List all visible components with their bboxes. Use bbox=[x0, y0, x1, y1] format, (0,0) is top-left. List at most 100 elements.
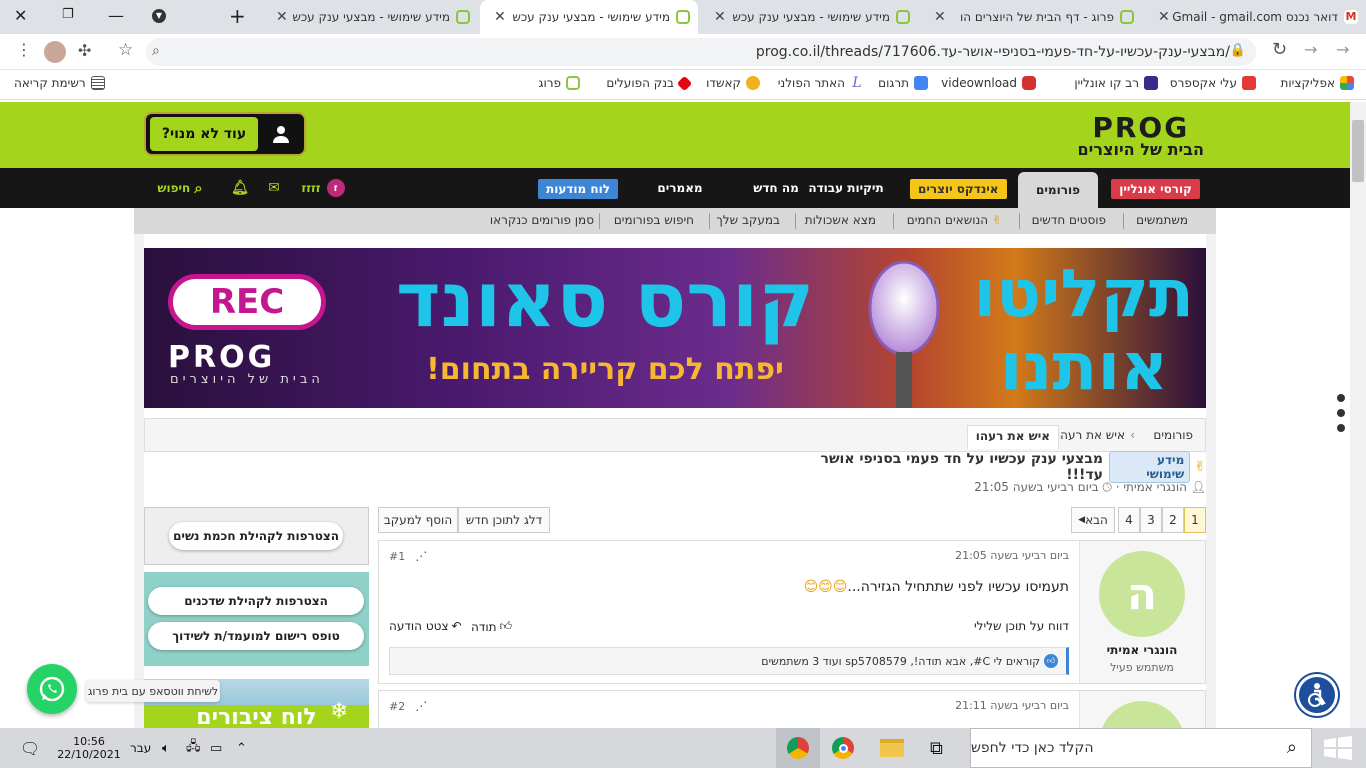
network-icon[interactable]: 🖧 bbox=[186, 728, 201, 768]
page-2[interactable]: 2 bbox=[1162, 507, 1184, 533]
chrome-icon[interactable] bbox=[832, 728, 854, 768]
matchmaking-form-button[interactable]: טופס רישום למועמד/ת לשידוך bbox=[148, 622, 364, 650]
tab-close-icon[interactable]: ✕ bbox=[270, 9, 288, 25]
subnav-hot-topics[interactable]: ✌ הנושאים החמים bbox=[907, 213, 1002, 227]
user-menu[interactable]: ז זזזז bbox=[300, 168, 346, 208]
bell-icon[interactable]: 🔔︎ bbox=[230, 168, 250, 208]
profile-avatar[interactable] bbox=[44, 41, 66, 63]
page-menu-dot[interactable] bbox=[1337, 424, 1345, 432]
tab-prog-home[interactable]: פרוג - דף הבית של היוצרים הו ✕ bbox=[920, 0, 1142, 34]
page-next[interactable]: הבא ◀ bbox=[1071, 507, 1115, 533]
post-number[interactable]: #1 bbox=[389, 550, 405, 563]
file-explorer-icon[interactable] bbox=[880, 728, 904, 768]
taskbar-search-box[interactable]: הקלד כאן כדי לחפש ⌕ bbox=[970, 728, 1312, 768]
tab-close-icon[interactable]: ✕ bbox=[488, 9, 506, 25]
thread-author[interactable]: הונגרי אמיתי bbox=[1123, 480, 1187, 494]
tab-gmail[interactable]: M דואר נכנס Gmail - gmail.com ✕ bbox=[1144, 0, 1366, 34]
task-view-icon[interactable]: ⧉ bbox=[930, 728, 943, 768]
breadcrumb-current[interactable]: איש את רעהו bbox=[966, 425, 1059, 449]
whatsapp-button[interactable] bbox=[27, 664, 77, 714]
subnav-mark-read[interactable]: סמן פורומים כנקראו bbox=[490, 213, 594, 227]
tab-close-icon[interactable]: ✕ bbox=[1152, 9, 1170, 25]
bookmark-prog[interactable]: פרוג bbox=[539, 76, 580, 90]
window-close-icon[interactable]: ✕ bbox=[14, 6, 27, 25]
tab-close-icon[interactable]: ✕ bbox=[708, 9, 726, 25]
search-link[interactable]: ⌕ חיפוש bbox=[150, 168, 210, 208]
subnav-find-threads[interactable]: מצא אשכולות bbox=[805, 213, 876, 227]
nav-creators-index[interactable]: אינדקס יוצרים bbox=[910, 179, 1007, 199]
zoom-icon[interactable]: ⌕ bbox=[152, 43, 160, 59]
page-menu-dot[interactable] bbox=[1337, 409, 1345, 417]
envelope-icon[interactable]: ✉ bbox=[264, 168, 284, 208]
nav-online-courses[interactable]: קורסי אונליין bbox=[1111, 179, 1200, 199]
report-link[interactable]: דווח על תוכן שלילי bbox=[974, 619, 1069, 633]
watch-thread-button[interactable]: הוסף למעקב bbox=[378, 507, 458, 533]
prog-logo[interactable]: PROG הבית של היוצרים bbox=[1078, 111, 1204, 159]
tab-thread[interactable]: מידע שימושי - מבצעי ענק עכש ✕ bbox=[700, 0, 918, 34]
bookmark-videownload[interactable]: videownload bbox=[941, 76, 1036, 90]
reactions-bar[interactable]: 👍︎ קוראים לי C#, אבא תודה!, sp5708579 וע… bbox=[389, 647, 1069, 675]
address-bar[interactable]: ⌕ prog.co.il/threads/717606.מבצעי-ענק-עכ… bbox=[146, 38, 1256, 66]
ad-banner[interactable]: REC PROG הבית של היוצרים קורס סאונד יפתח… bbox=[144, 248, 1206, 408]
user-avatar[interactable]: ה bbox=[1099, 551, 1185, 637]
bookmark-apps[interactable]: אפליקציות bbox=[1281, 76, 1354, 90]
tab-thread[interactable]: מידע שימושי - מבצעי ענק עכש ✕ bbox=[262, 0, 478, 34]
notifications-icon[interactable]: 🗨︎ bbox=[0, 738, 60, 758]
new-tab-button[interactable]: + bbox=[229, 4, 246, 28]
tab-close-icon[interactable]: ✕ bbox=[928, 9, 946, 25]
join-matchmakers-button[interactable]: הצטרפות לקהילת שדכנים bbox=[148, 587, 364, 615]
tab-search-icon[interactable]: ▼ bbox=[152, 9, 166, 23]
breadcrumb-forums[interactable]: פורומים bbox=[1153, 428, 1193, 442]
volume-icon[interactable]: 🔈︎ bbox=[162, 728, 170, 768]
page-scrollbar[interactable] bbox=[1350, 102, 1366, 728]
page-1[interactable]: 1 bbox=[1184, 507, 1206, 533]
window-minimize-icon[interactable]: — bbox=[108, 6, 124, 25]
windows-start-icon[interactable] bbox=[1322, 736, 1354, 760]
subnav-users[interactable]: משתמשים bbox=[1136, 213, 1188, 227]
back-icon[interactable]: → bbox=[1336, 40, 1349, 59]
thread-prefix-badge[interactable]: מידע שימושי bbox=[1108, 451, 1191, 483]
bookmark-bank-hapoalim[interactable]: בנק הפועלים bbox=[606, 75, 693, 91]
page-3[interactable]: 3 bbox=[1140, 507, 1162, 533]
post-date[interactable]: ביום רביעי בשעה 21:05 bbox=[955, 549, 1069, 562]
bookmark-star-icon[interactable]: ☆ bbox=[118, 40, 133, 60]
post-username[interactable]: הונגרי אמיתי bbox=[1079, 643, 1205, 657]
page-4[interactable]: 4 bbox=[1118, 507, 1140, 533]
skip-to-new-button[interactable]: דלג לתוכן חדש bbox=[458, 507, 550, 533]
bookmark-aliexpress[interactable]: עלי אקספרס bbox=[1170, 76, 1256, 90]
nav-forums[interactable]: פורומים bbox=[1018, 172, 1098, 208]
extensions-icon[interactable]: ✣ bbox=[78, 41, 91, 60]
post-date[interactable]: ביום רביעי בשעה 21:11 bbox=[955, 699, 1069, 712]
taskbar-clock[interactable]: 10:56 22/10/2021 bbox=[57, 728, 120, 768]
page-menu-dot[interactable] bbox=[1337, 394, 1345, 402]
breadcrumb-category[interactable]: איש את רעהו bbox=[1057, 428, 1125, 442]
reload-icon[interactable]: ↻ bbox=[1272, 39, 1287, 60]
scrollbar-thumb[interactable] bbox=[1352, 120, 1364, 182]
subnav-new-posts[interactable]: פוסטים חדשים bbox=[1032, 213, 1106, 227]
bookmark-translate[interactable]: תרגום bbox=[878, 76, 928, 90]
bookmark-cashdo[interactable]: קאשדו bbox=[706, 76, 760, 90]
subnav-search-forums[interactable]: חיפוש בפורומים bbox=[614, 213, 694, 227]
tab-thread-active[interactable]: מידע שימושי - מבצעי ענק עכש ✕ bbox=[480, 0, 698, 34]
signup-button[interactable]: עוד לא מנוי? bbox=[144, 112, 306, 156]
accessibility-button[interactable] bbox=[1296, 674, 1338, 716]
menu-kebab-icon[interactable]: ⋮ bbox=[16, 40, 32, 59]
thanks-button[interactable]: 👍︎ תודה bbox=[471, 619, 512, 634]
bookmark-polish-site[interactable]: L האתר הפולני bbox=[778, 76, 864, 90]
post-number[interactable]: #2 bbox=[389, 700, 405, 713]
nav-articles[interactable]: מאמרים bbox=[640, 168, 720, 208]
bookmark-rav-kav[interactable]: רב קו אונליין bbox=[1074, 76, 1158, 90]
nav-classifieds[interactable]: לוח מודעות bbox=[538, 179, 618, 199]
share-icon[interactable]: ⋰ bbox=[415, 699, 427, 713]
window-restore-icon[interactable]: ❐ bbox=[62, 7, 74, 22]
quote-button[interactable]: ↶ צטט הודעה bbox=[389, 619, 462, 633]
forward-icon[interactable]: → bbox=[1304, 40, 1317, 59]
nav-whats-new[interactable]: מה חדש bbox=[746, 168, 806, 208]
subnav-watched[interactable]: במעקב שלך bbox=[716, 213, 780, 227]
tray-expand-icon[interactable]: ⌃ bbox=[236, 728, 247, 768]
nav-work-folders[interactable]: תיקיות עבודה bbox=[806, 168, 886, 208]
battery-icon[interactable]: ▭ bbox=[210, 728, 222, 768]
chrome-profile-icon[interactable] bbox=[776, 728, 820, 768]
share-icon[interactable]: ⋰ bbox=[415, 549, 427, 563]
join-women-community-button[interactable]: הצטרפות לקהילת חכמת נשים bbox=[169, 522, 343, 550]
